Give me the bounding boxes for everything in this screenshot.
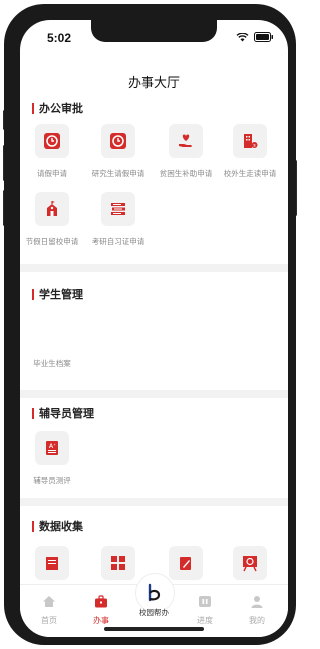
briefcase-icon bbox=[95, 595, 107, 608]
notch bbox=[91, 20, 217, 42]
clock-icon bbox=[110, 133, 126, 149]
tile bbox=[101, 192, 135, 226]
tab-label: 首页 bbox=[41, 616, 57, 625]
section-title-office: 办公审批 bbox=[32, 100, 83, 116]
service-poverty-subsidy[interactable]: 贫困生补助申请 bbox=[154, 124, 218, 179]
tile: A + bbox=[35, 431, 69, 465]
service-label: 请假申请 bbox=[37, 169, 67, 178]
service-label: 考研自习证申请 bbox=[91, 237, 145, 246]
section-divider bbox=[20, 264, 288, 272]
section-title-text: 学生管理 bbox=[39, 289, 83, 301]
books-icon bbox=[111, 203, 125, 215]
campus-help-logo-icon bbox=[148, 583, 161, 602]
section-title-text: 辅导员管理 bbox=[39, 408, 94, 420]
service-label: 辅导员测评 bbox=[33, 476, 71, 485]
building-icon: $ bbox=[244, 134, 258, 148]
heart-hand-icon bbox=[179, 134, 192, 147]
status-bar: 5:02 bbox=[20, 20, 288, 56]
section-marker bbox=[32, 407, 34, 419]
service-graduate-archive[interactable]: 毕业生档案 bbox=[20, 358, 84, 369]
service-counselor-evaluation[interactable]: A + 辅导员测评 bbox=[20, 431, 84, 486]
section-title-counselor: 辅导员管理 bbox=[32, 405, 94, 421]
tab-home[interactable]: 首页 bbox=[24, 595, 74, 626]
service-study-pass[interactable]: 考研自习证申请 bbox=[86, 192, 150, 247]
tab-services[interactable]: 办事 bbox=[76, 595, 126, 626]
clock-icon bbox=[44, 133, 60, 149]
service-label: 贫困生补助申请 bbox=[159, 169, 213, 178]
service-label: 毕业生档案 bbox=[33, 359, 71, 368]
home-icon bbox=[43, 596, 55, 607]
grade-icon: A + bbox=[46, 441, 58, 455]
service-label: 节假日留校申请 bbox=[25, 237, 79, 246]
section-divider bbox=[20, 498, 288, 506]
status-time: 5:02 bbox=[47, 31, 72, 45]
progress-icon bbox=[199, 596, 211, 607]
tile bbox=[101, 124, 135, 158]
tile bbox=[35, 124, 69, 158]
section-title-text: 数据收集 bbox=[39, 521, 83, 533]
tile bbox=[233, 546, 267, 580]
tile bbox=[169, 124, 203, 158]
tab-label: 办事 bbox=[93, 616, 109, 625]
section-title-data: 数据收集 bbox=[32, 518, 83, 534]
tile bbox=[169, 546, 203, 580]
section-marker bbox=[32, 288, 34, 300]
section-divider bbox=[20, 390, 288, 398]
pencil-icon bbox=[180, 557, 191, 570]
page-title: 办事大厅 bbox=[127, 75, 180, 90]
campus-help-label: 校园帮办 bbox=[139, 608, 169, 617]
section-title-student: 学生管理 bbox=[32, 286, 83, 302]
school-icon bbox=[47, 201, 57, 216]
service-data-form[interactable] bbox=[20, 546, 84, 580]
screen: 5:02 办事大厅 办公审批 请假申请 研究生请假申请 贫困生补助申请 $ 校外… bbox=[20, 20, 288, 637]
board-clock-icon bbox=[243, 556, 257, 572]
tile bbox=[101, 546, 135, 580]
battery-icon bbox=[254, 32, 273, 42]
section-marker bbox=[32, 520, 34, 532]
tab-label: 进度 bbox=[197, 616, 213, 625]
service-data-schedule[interactable] bbox=[218, 546, 282, 580]
phone-body: 5:02 办事大厅 办公审批 请假申请 研究生请假申请 贫困生补助申请 $ 校外… bbox=[4, 4, 296, 645]
service-label: 校外生走读申请 bbox=[223, 169, 277, 178]
form-icon bbox=[46, 557, 58, 570]
service-grad-leave-request[interactable]: 研究生请假申请 bbox=[86, 124, 150, 179]
service-data-grid[interactable] bbox=[86, 546, 150, 580]
grid-icon bbox=[111, 556, 125, 570]
tile: $ bbox=[233, 124, 267, 158]
device-frame: 5:02 办事大厅 办公审批 请假申请 研究生请假申请 贫困生补助申请 $ 校外… bbox=[0, 0, 300, 649]
status-icons bbox=[236, 32, 274, 42]
service-label: 研究生请假申请 bbox=[91, 169, 145, 178]
user-icon bbox=[251, 596, 263, 608]
service-offcampus-request[interactable]: $ 校外生走读申请 bbox=[218, 124, 282, 179]
tab-progress[interactable]: 进度 bbox=[180, 595, 230, 626]
service-leave-request[interactable]: 请假申请 bbox=[20, 124, 84, 179]
section-marker bbox=[32, 102, 34, 114]
home-indicator bbox=[104, 627, 204, 631]
section-title-text: 办公审批 bbox=[39, 103, 83, 115]
service-holiday-stay[interactable]: 节假日留校申请 bbox=[20, 192, 84, 247]
wifi-icon bbox=[236, 32, 249, 41]
tab-profile[interactable]: 我的 bbox=[232, 595, 282, 626]
tab-label: 我的 bbox=[249, 616, 265, 625]
tile bbox=[35, 546, 69, 580]
tile bbox=[35, 192, 69, 226]
